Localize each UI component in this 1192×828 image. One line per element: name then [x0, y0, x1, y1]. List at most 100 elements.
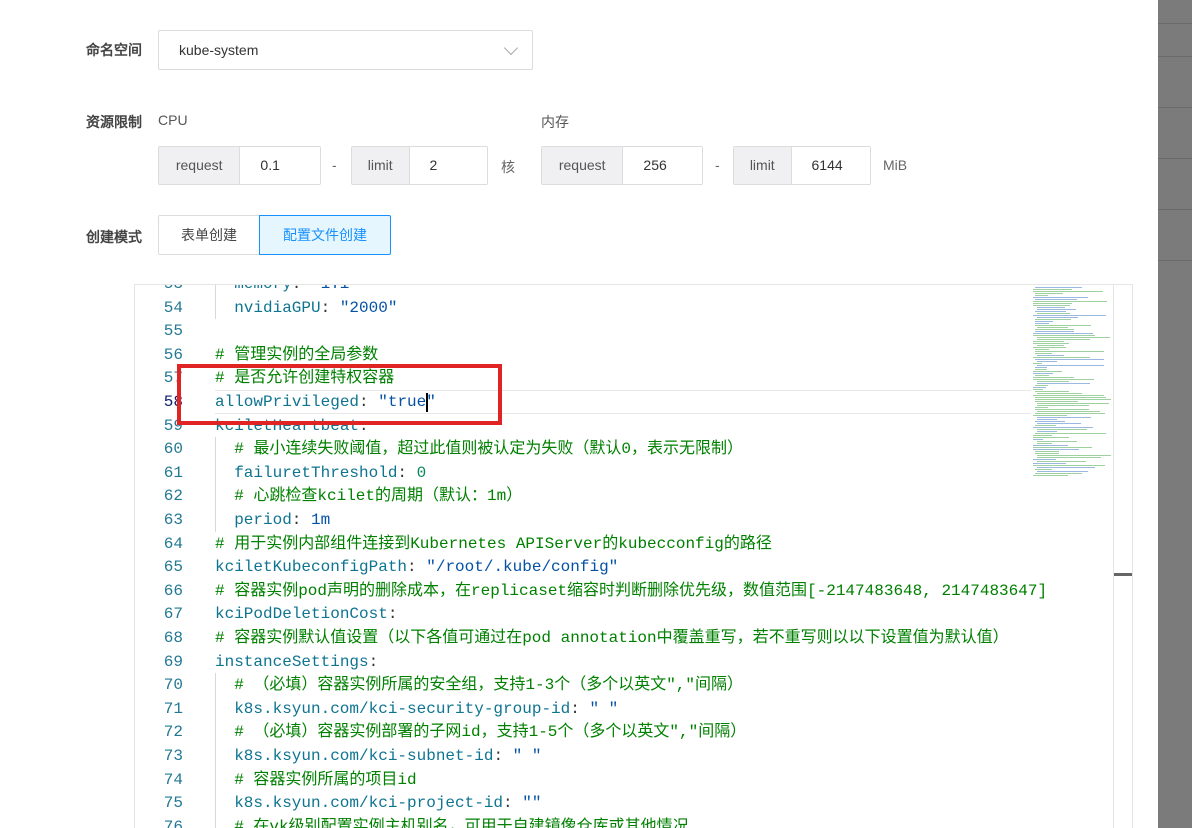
code-text: # 最小连续失败阈值，超过此值则被认定为失败（默认0，表示无限制） — [234, 437, 743, 461]
code-token: : — [320, 298, 340, 317]
minimap-line — [1037, 419, 1057, 420]
minimap-line — [1033, 435, 1053, 436]
code-token: " " — [589, 699, 619, 718]
minimap-line — [1035, 391, 1070, 392]
minimap-line — [1037, 339, 1090, 340]
code-text: # 在vk级别配置实例主机别名，可用于自建镜像仓库或其他情况 — [234, 815, 688, 828]
indent-guide — [215, 744, 216, 768]
code-line[interactable]: 76 # 在vk级别配置实例主机别名，可用于自建镜像仓库或其他情况 — [135, 815, 1031, 828]
indent-guide — [215, 696, 216, 721]
indent-guide — [215, 720, 216, 744]
line-number: 66 — [163, 581, 183, 600]
memory-limit-input[interactable]: 6144 — [791, 147, 870, 184]
code-line[interactable]: 54 nvidiaGPU: "2000" — [135, 296, 1031, 320]
minimap-line — [1033, 341, 1064, 342]
minimap-line — [1033, 389, 1044, 390]
minimap-line — [1035, 433, 1106, 434]
minimap-line — [1037, 429, 1087, 430]
cpu-limit-input[interactable]: 2 — [409, 147, 487, 184]
minimap-line — [1033, 343, 1069, 344]
editor-scrollbar[interactable] — [1113, 285, 1132, 828]
minimap-line — [1035, 451, 1060, 452]
editor-minimap[interactable] — [1031, 285, 1113, 828]
indent-guide — [215, 484, 216, 508]
code-line[interactable]: 72 # （必填）容器实例部署的子网id，支持1-5个（多个以英文","间隔） — [135, 720, 1031, 744]
tab-config-file-create[interactable]: 配置文件创建 — [259, 215, 391, 255]
memory-request-input[interactable]: 256 — [623, 147, 702, 184]
minimap-line — [1033, 427, 1093, 428]
line-number: 58 — [163, 393, 183, 411]
code-line[interactable]: 73 k8s.ksyun.com/kci-subnet-id: " " — [135, 744, 1031, 768]
namespace-select[interactable]: kube-system — [158, 30, 533, 70]
tab-form-create[interactable]: 表单创建 — [158, 215, 260, 255]
code-token: : — [291, 284, 311, 293]
code-token: kciletKubeconfigPath — [215, 558, 408, 577]
minimap-line — [1033, 301, 1107, 302]
minimap-line — [1033, 297, 1089, 298]
indent-guide — [215, 673, 216, 697]
minimap-line — [1033, 357, 1091, 358]
code-line[interactable]: 69 instanceSettings: — [135, 650, 1031, 674]
code-token: # 最小连续失败阈值，超过此值则被认定为失败（默认0，表示无限制） — [234, 440, 743, 459]
code-line[interactable]: 74 # 容器实例所属的项目id — [135, 768, 1031, 792]
code-line[interactable]: 53 memory: "1Ti" — [135, 284, 1031, 296]
memory-request-group: request 256 — [541, 146, 703, 185]
minimap-line — [1035, 453, 1060, 454]
code-token: nvidiaGPU — [234, 298, 321, 317]
code-line[interactable]: 63 period: 1m — [135, 508, 1031, 532]
minimap-line — [1037, 393, 1082, 394]
code-line[interactable]: 60 # 最小连续失败阈值，超过此值则被认定为失败（默认0，表示无限制） — [135, 437, 1031, 461]
minimap-line — [1035, 409, 1089, 410]
highlight-box — [177, 364, 502, 425]
code-token: "" — [522, 794, 542, 813]
code-line[interactable]: 71 k8s.ksyun.com/kci-security-group-id: "… — [135, 697, 1031, 721]
minimap-line — [1035, 349, 1050, 350]
minimap-line — [1037, 383, 1090, 384]
minimap-line — [1035, 375, 1050, 376]
code-line[interactable]: 75 k8s.ksyun.com/kci-project-id: "" — [135, 791, 1031, 815]
code-token: # （必填）容器实例所属的安全组，支持1-3个（多个以英文","间隔） — [234, 676, 744, 695]
minimap-line — [1035, 323, 1050, 324]
code-line[interactable]: 62 # 心跳检查kcilet的周期（默认：1m） — [135, 484, 1031, 508]
line-number: 64 — [163, 534, 183, 553]
minimap-line — [1033, 373, 1053, 374]
minimap-line — [1037, 441, 1077, 442]
line-number: 57 — [163, 369, 183, 388]
indent-guide — [215, 295, 216, 320]
cpu-request-input[interactable]: 0.1 — [240, 147, 320, 184]
minimap-line — [1035, 325, 1091, 326]
code-line[interactable]: 64 # 用于实例内部组件连接到Kubernetes APIServer的kube… — [135, 532, 1031, 556]
line-number: 54 — [163, 298, 183, 317]
code-line[interactable]: 65 kciletKubeconfigPath: "/root/.kube/con… — [135, 555, 1031, 579]
code-line[interactable]: 55 — [135, 319, 1031, 343]
code-token: # 管理实例的全局参数 — [215, 345, 379, 364]
minimap-line — [1035, 397, 1107, 398]
code-line[interactable]: 61 failuretThreshold: 0 — [135, 461, 1031, 485]
memory-request-addon: request — [542, 147, 624, 184]
chevron-down-icon — [503, 40, 519, 56]
code-line[interactable]: 66 # 容器实例pod声明的删除成本，在replicaset缩容时判断删除优先级… — [135, 579, 1047, 603]
code-line[interactable]: 70 # （必填）容器实例所属的安全组，支持1-3个（多个以英文","间隔） — [135, 673, 1031, 697]
line-number: 55 — [163, 322, 183, 341]
code-text: # （必填）容器实例所属的安全组，支持1-3个（多个以英文","间隔） — [234, 673, 743, 697]
minimap-line — [1035, 311, 1067, 312]
namespace-label: 命名空间 — [86, 42, 142, 58]
code-token: k8s.ksyun.com/kci-project-id — [234, 794, 504, 813]
code-token: 1m — [311, 511, 331, 529]
minimap-line — [1033, 377, 1075, 378]
minimap-line — [1037, 455, 1112, 456]
code-line[interactable]: 67 kciPodDeletionCost: — [135, 602, 1031, 626]
code-token: kciPodDeletionCost — [215, 605, 388, 624]
minimap-line — [1033, 439, 1043, 440]
code-text: # 用于实例内部组件连接到Kubernetes APIServer的kubecc… — [215, 532, 772, 556]
code-line[interactable]: 68 # 容器实例默认值设置（以下各值可通过在pod annotation中覆盖重… — [135, 626, 1031, 650]
cpu-limit-group: limit 2 — [351, 146, 488, 185]
code-token: 0 — [416, 463, 427, 482]
line-number: 62 — [163, 487, 183, 506]
code-token: : — [503, 794, 523, 813]
minimap-line — [1037, 365, 1105, 366]
memory-limit-group: limit 6144 — [733, 146, 871, 185]
cpu-label: CPU — [158, 112, 188, 128]
minimap-line — [1035, 413, 1105, 414]
line-number: 63 — [163, 511, 183, 529]
